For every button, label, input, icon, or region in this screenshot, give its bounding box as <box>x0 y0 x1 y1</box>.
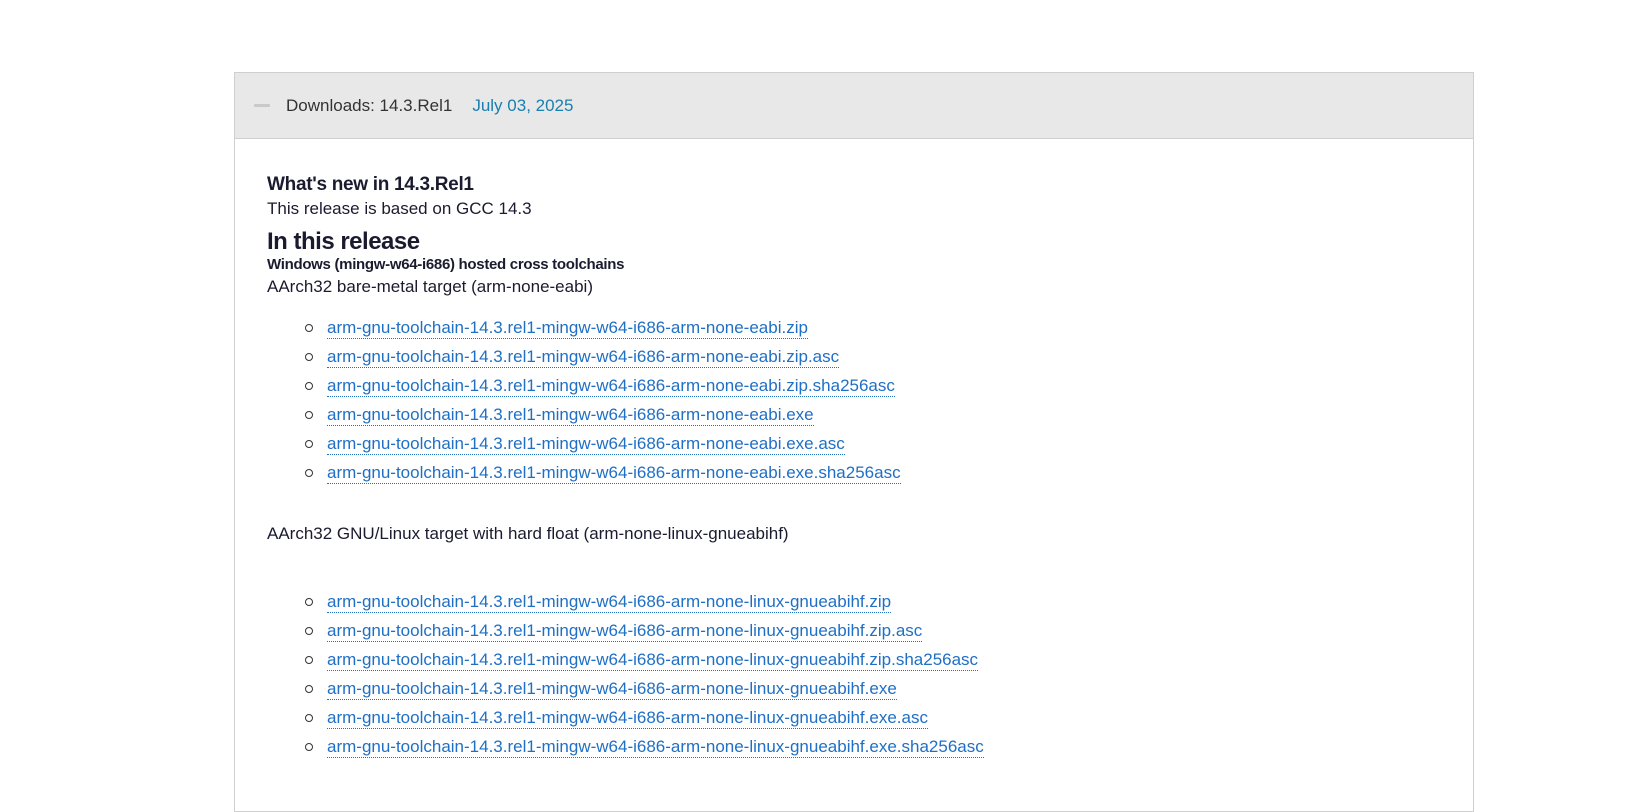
download-link[interactable]: arm-gnu-toolchain-14.3.rel1-mingw-w64-i6… <box>327 708 928 729</box>
list-item: arm-gnu-toolchain-14.3.rel1-mingw-w64-i6… <box>305 313 1473 342</box>
in-this-release-heading: In this release <box>267 228 420 255</box>
list-item: arm-gnu-toolchain-14.3.rel1-mingw-w64-i6… <box>305 371 1473 400</box>
list-item: arm-gnu-toolchain-14.3.rel1-mingw-w64-i6… <box>305 400 1473 429</box>
list-item: arm-gnu-toolchain-14.3.rel1-mingw-w64-i6… <box>305 645 1473 674</box>
download-link[interactable]: arm-gnu-toolchain-14.3.rel1-mingw-w64-i6… <box>327 621 923 642</box>
download-link[interactable]: arm-gnu-toolchain-14.3.rel1-mingw-w64-i6… <box>327 318 808 339</box>
hosted-toolchains-heading: Windows (mingw-w64-i686) hosted cross to… <box>267 256 625 273</box>
release-date: July 03, 2025 <box>472 95 574 115</box>
list-item: arm-gnu-toolchain-14.3.rel1-mingw-w64-i6… <box>305 703 1473 732</box>
downloads-panel-header[interactable]: Downloads: 14.3.Rel1 July 03, 2025 <box>235 73 1473 139</box>
download-link[interactable]: arm-gnu-toolchain-14.3.rel1-mingw-w64-i6… <box>327 463 901 484</box>
list-item: arm-gnu-toolchain-14.3.rel1-mingw-w64-i6… <box>305 616 1473 645</box>
list-item: arm-gnu-toolchain-14.3.rel1-mingw-w64-i6… <box>305 458 1473 487</box>
list-item: arm-gnu-toolchain-14.3.rel1-mingw-w64-i6… <box>305 587 1473 616</box>
list-item: arm-gnu-toolchain-14.3.rel1-mingw-w64-i6… <box>305 674 1473 703</box>
download-link[interactable]: arm-gnu-toolchain-14.3.rel1-mingw-w64-i6… <box>327 737 984 758</box>
download-link[interactable]: arm-gnu-toolchain-14.3.rel1-mingw-w64-i6… <box>327 679 897 700</box>
download-link[interactable]: arm-gnu-toolchain-14.3.rel1-mingw-w64-i6… <box>327 347 840 368</box>
download-list-arm-none-eabi: arm-gnu-toolchain-14.3.rel1-mingw-w64-i6… <box>267 313 1473 487</box>
download-link[interactable]: arm-gnu-toolchain-14.3.rel1-mingw-w64-i6… <box>327 434 845 455</box>
target-label-arm-none-eabi: AArch32 bare-metal target (arm-none-eabi… <box>267 277 593 296</box>
list-item: arm-gnu-toolchain-14.3.rel1-mingw-w64-i6… <box>305 342 1473 371</box>
download-list-arm-none-linux-gnueabihf: arm-gnu-toolchain-14.3.rel1-mingw-w64-i6… <box>267 587 1473 761</box>
download-link[interactable]: arm-gnu-toolchain-14.3.rel1-mingw-w64-i6… <box>327 376 895 397</box>
download-link[interactable]: arm-gnu-toolchain-14.3.rel1-mingw-w64-i6… <box>327 650 979 671</box>
whats-new-heading: What's new in 14.3.Rel1 <box>267 174 474 195</box>
list-item: arm-gnu-toolchain-14.3.rel1-mingw-w64-i6… <box>305 732 1473 761</box>
list-item: arm-gnu-toolchain-14.3.rel1-mingw-w64-i6… <box>305 429 1473 458</box>
downloads-panel: Downloads: 14.3.Rel1 July 03, 2025 What'… <box>234 72 1474 812</box>
download-link[interactable]: arm-gnu-toolchain-14.3.rel1-mingw-w64-i6… <box>327 592 892 613</box>
release-based-on-text: This release is based on GCC 14.3 <box>267 199 532 218</box>
downloads-panel-body: What's new in 14.3.Rel1 This release is … <box>235 139 1473 761</box>
target-label-arm-none-linux-gnueabihf: AArch32 GNU/Linux target with hard float… <box>267 524 789 543</box>
download-link[interactable]: arm-gnu-toolchain-14.3.rel1-mingw-w64-i6… <box>327 405 814 426</box>
downloads-title: Downloads: 14.3.Rel1 <box>286 95 453 115</box>
collapse-minus-icon[interactable] <box>254 104 270 107</box>
